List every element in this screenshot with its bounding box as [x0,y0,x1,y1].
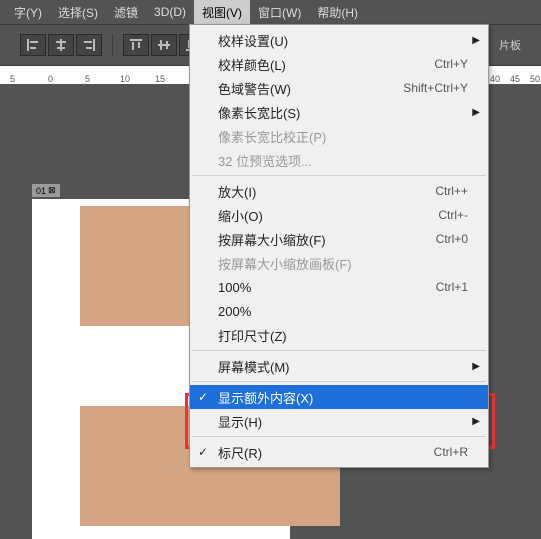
menu-item: 按屏幕大小缩放画板(F) [190,251,488,275]
menu-shortcut: Ctrl+Y [434,57,468,71]
menu-item-label: 像素长宽比(S) [218,103,468,122]
menu-item[interactable]: 放大(I)Ctrl++ [190,179,488,203]
menu-item-label: 缩小(O) [218,206,438,225]
menu-item-label: 按屏幕大小缩放(F) [218,230,436,249]
menu-shortcut: Ctrl+R [434,445,468,459]
check-icon: ✓ [198,445,208,459]
menu-item-label: 打印尺寸(Z) [218,326,468,345]
view-menu-dropdown: 校样设置(U)▶校样颜色(L)Ctrl+Y色域警告(W)Shift+Ctrl+Y… [189,24,489,468]
check-icon: ✓ [198,390,208,404]
menu-separator [192,436,486,437]
menu-item: 32 位预览选项... [190,148,488,172]
menu-3d[interactable]: 3D(D) [146,1,194,23]
submenu-arrow-icon: ▶ [472,361,480,372]
menu-shortcut: Ctrl+1 [436,280,468,294]
menu-item[interactable]: 显示(H) ▶ [190,409,488,433]
menu-item-label: 校样设置(U) [218,31,468,50]
menu-item[interactable]: 校样设置(U) ▶ [190,28,488,52]
menu-item-label: 显示(H) [218,412,468,431]
menu-item-label: 放大(I) [218,182,435,201]
board-label: 片板 [499,37,541,53]
menu-item[interactable]: 屏幕模式(M) ▶ [190,354,488,378]
menu-item-label: 标尺(R) [218,443,434,462]
menu-item: 像素长宽比校正(P) [190,124,488,148]
distribute-top-icon[interactable] [123,34,149,56]
menu-item-label: 100% [218,280,436,295]
menu-item[interactable]: ✓ 标尺(R)Ctrl+R [190,440,488,464]
menu-item[interactable]: 200% [190,299,488,323]
align-center-h-icon[interactable] [48,34,74,56]
align-left-icon[interactable] [20,34,46,56]
menu-shortcut: Ctrl+- [438,208,468,222]
menu-item[interactable]: 色域警告(W)Shift+Ctrl+Y [190,76,488,100]
menu-shortcut: Ctrl+0 [436,232,468,246]
menu-separator [192,350,486,351]
menu-item[interactable]: 打印尺寸(Z) [190,323,488,347]
submenu-arrow-icon: ▶ [472,107,480,118]
menu-type[interactable]: 字(Y) [6,0,50,25]
menu-item-label: 显示额外内容(X) [218,388,468,407]
menu-separator [192,381,486,382]
submenu-arrow-icon: ▶ [472,416,480,427]
menu-item[interactable]: 按屏幕大小缩放(F)Ctrl+0 [190,227,488,251]
menu-item[interactable]: 校样颜色(L)Ctrl+Y [190,52,488,76]
menu-shortcut: Shift+Ctrl+Y [403,81,468,95]
menubar: 字(Y) 选择(S) 滤镜 3D(D) 视图(V) 窗口(W) 帮助(H) [0,0,541,24]
menu-select[interactable]: 选择(S) [50,0,106,25]
submenu-arrow-icon: ▶ [472,35,480,46]
menu-item-label: 200% [218,304,468,319]
menu-item-label: 32 位预览选项... [218,151,468,170]
menu-separator [192,175,486,176]
menu-item[interactable]: 缩小(O)Ctrl+- [190,203,488,227]
menu-shortcut: Ctrl++ [435,184,468,198]
menu-item-label: 校样颜色(L) [218,55,434,74]
menu-window[interactable]: 窗口(W) [250,0,309,25]
document-tab[interactable]: 01⊠ [32,184,60,197]
menu-help[interactable]: 帮助(H) [309,0,366,25]
menu-view[interactable]: 视图(V) [194,0,250,25]
menu-filter[interactable]: 滤镜 [106,0,146,25]
menu-item-label: 色域警告(W) [218,79,403,98]
align-group [20,34,102,56]
menu-item[interactable]: 像素长宽比(S) ▶ [190,100,488,124]
menu-item-label: 按屏幕大小缩放画板(F) [218,254,468,273]
menu-item-label: 像素长宽比校正(P) [218,127,468,146]
distribute-middle-icon[interactable] [151,34,177,56]
menu-item[interactable]: 100%Ctrl+1 [190,275,488,299]
align-right-icon[interactable] [76,34,102,56]
menu-item[interactable]: ✓ 显示额外内容(X) [190,385,488,409]
badge-icon: ⊠ [48,185,56,196]
menu-item-label: 屏幕模式(M) [218,357,468,376]
